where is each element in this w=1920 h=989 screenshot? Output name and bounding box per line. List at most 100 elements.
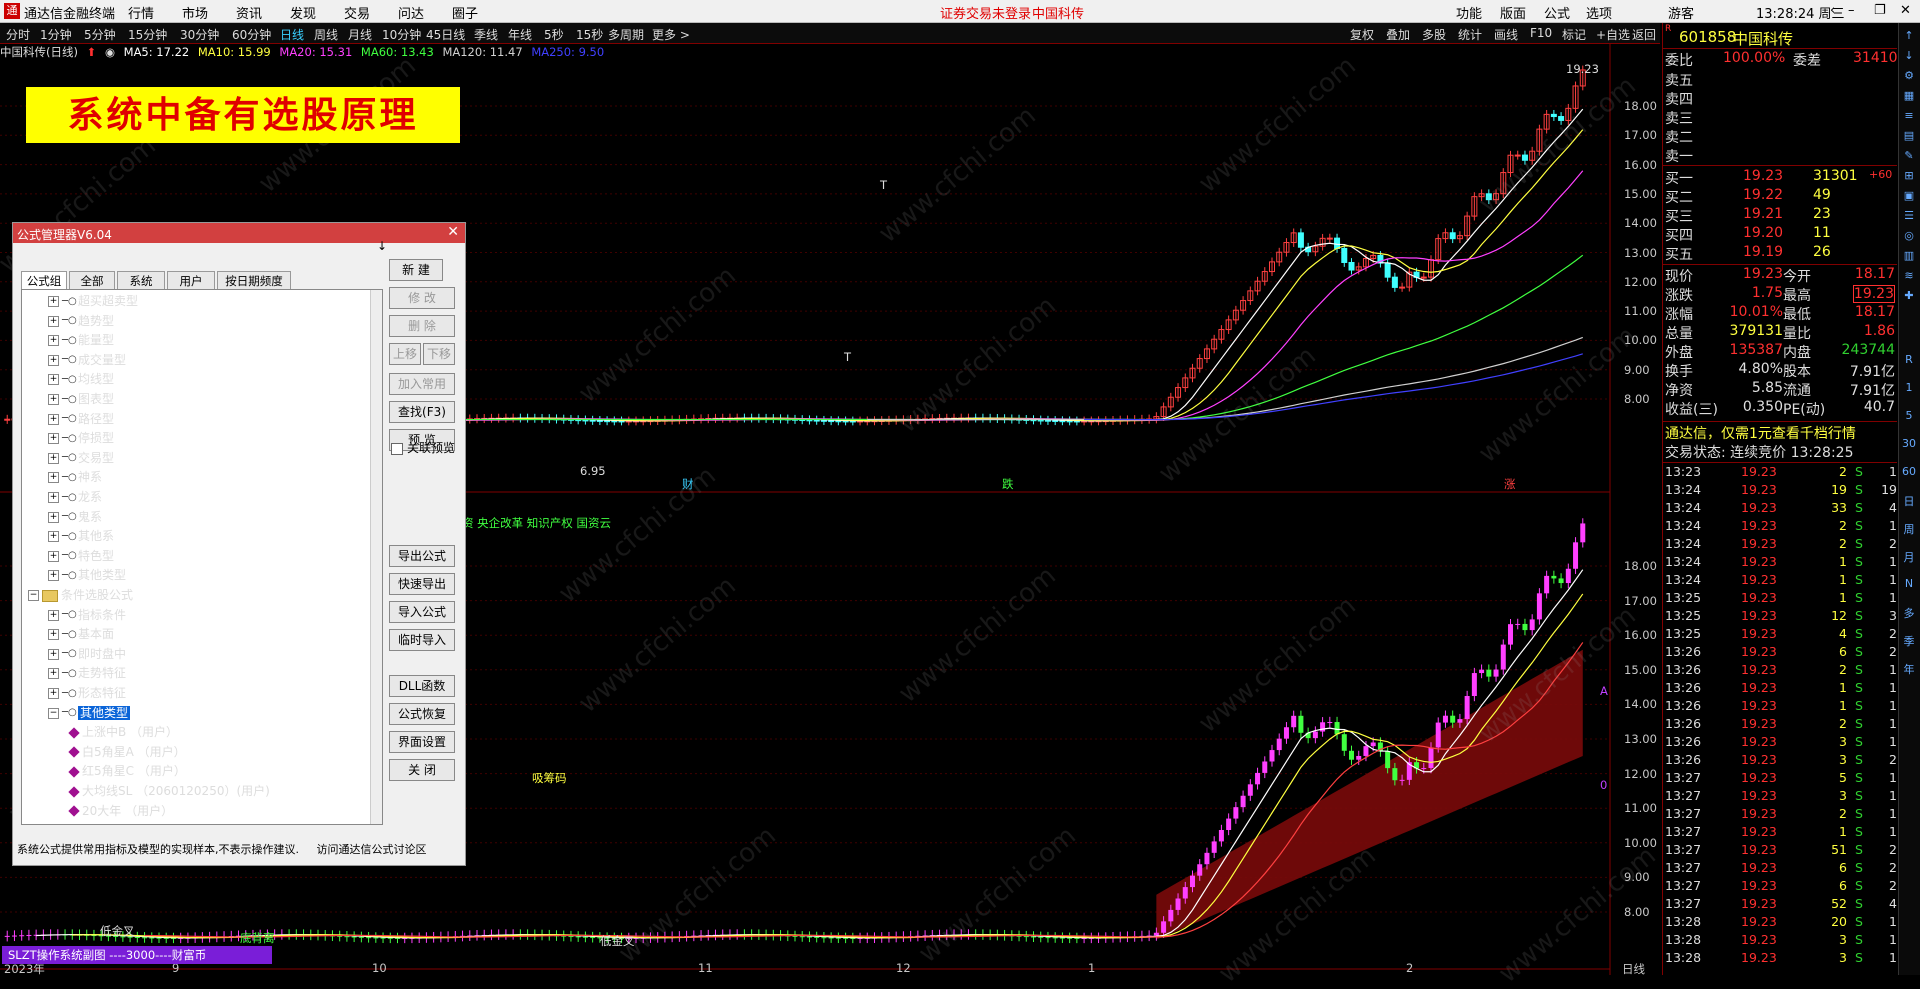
side-period-icon[interactable]: 月 [1902, 549, 1916, 564]
side-tool-icon[interactable]: ◎ [1902, 229, 1916, 243]
side-period-icon[interactable]: 日 [1902, 493, 1916, 508]
btn-move-up[interactable]: 上移 [389, 343, 421, 365]
side-period-icon[interactable]: 多 [1902, 605, 1916, 620]
dialog-close-icon[interactable]: ✕ [447, 224, 459, 240]
expand-icon[interactable]: + [48, 354, 59, 366]
expand-icon[interactable]: + [48, 335, 59, 347]
tree-node-group[interactable]: + ─○超买超卖型 [48, 292, 138, 310]
expand-icon[interactable]: + [48, 648, 59, 660]
btn-delete[interactable]: 删 除 [389, 315, 455, 337]
menu-zixun[interactable]: 资讯 [236, 3, 262, 22]
tool-f10[interactable]: F10 [1530, 26, 1552, 40]
menu-gongneng[interactable]: 功能 [1456, 3, 1482, 22]
tool-fuquan[interactable]: 复权 [1350, 26, 1374, 43]
side-tool-icon[interactable]: ▤ [1902, 129, 1916, 143]
menu-hangqing[interactable]: 行情 [128, 3, 154, 22]
tree-node-group[interactable]: + ─○停损型 [48, 429, 114, 447]
period-10min[interactable]: 10分钟 [382, 26, 421, 43]
expand-icon[interactable]: + [48, 668, 59, 680]
maximize-icon[interactable]: ❐ [1874, 3, 1886, 18]
expand-icon[interactable]: + [48, 550, 59, 562]
period-year[interactable]: 年线 [508, 26, 532, 43]
settings-circle-icon[interactable]: ◉ [105, 45, 115, 59]
btn-temp-import[interactable]: 临时导入 [389, 629, 455, 651]
collapse-icon[interactable]: − [28, 590, 39, 601]
tree-node-group[interactable]: + ─○走势特征 [48, 664, 126, 682]
period-60min[interactable]: 60分钟 [232, 26, 271, 43]
tool-back[interactable]: 返回 [1632, 26, 1656, 43]
expand-icon[interactable]: + [48, 629, 59, 641]
side-period-icon[interactable]: 季 [1902, 633, 1916, 648]
btn-edit[interactable]: 修 改 [389, 287, 455, 309]
tree-node-formula[interactable]: 大均线SL （2060120250）(用户) [68, 782, 270, 800]
expand-icon[interactable]: + [48, 452, 59, 464]
period-daily[interactable]: 日线 [280, 26, 304, 43]
expand-icon[interactable]: + [48, 570, 59, 582]
side-tool-icon[interactable]: ↓ [1902, 49, 1916, 63]
tree-node-group[interactable]: + ─○成交量型 [48, 351, 126, 369]
side-tool-icon[interactable]: ≡ [1902, 109, 1916, 123]
period-45day[interactable]: 45日线 [426, 26, 465, 43]
indicator-status-bar[interactable]: SLZT操作系统副图 ----3000----财富币 [2, 946, 272, 964]
tree-node-group[interactable]: + ─○龙系 [48, 488, 102, 506]
tab-all[interactable]: 全部 [69, 271, 115, 290]
btn-quick-export[interactable]: 快速导出 [389, 573, 455, 595]
side-tool-icon[interactable]: ⊞ [1902, 169, 1916, 183]
tree-node-group[interactable]: + ─○趋势型 [48, 312, 114, 330]
promo-link[interactable]: 通达信，仅需1元查看千档行情 [1665, 423, 1856, 443]
side-period-icon[interactable]: 周 [1902, 521, 1916, 536]
period-5sec[interactable]: 5秒 [544, 26, 564, 43]
close-icon[interactable]: ✕ [1900, 3, 1911, 18]
btn-dll-functions[interactable]: DLL函数 [389, 675, 455, 697]
tree-node-formula[interactable]: 白5角星A （用户） [68, 743, 186, 761]
tree-node-formula[interactable]: 20大年 （用户） [68, 802, 173, 820]
expand-icon[interactable]: + [48, 374, 59, 386]
tool-biaoji[interactable]: 标记 [1562, 26, 1586, 43]
formula-tree[interactable]: + ─○超买超卖型 + ─○趋势型 + ─○能量型 + ─○成交量型 + ─○均线型 + ─○图表型 +… [21, 289, 383, 825]
login-notice[interactable]: 证券交易未登录 [940, 3, 1031, 22]
expand-icon[interactable]: + [48, 413, 59, 425]
side-period-icon[interactable]: R [1902, 353, 1916, 367]
tab-system[interactable]: 系统 [117, 271, 165, 290]
tree-node-formula[interactable]: 红5角星C （用户） [68, 762, 186, 780]
tree-node-group[interactable]: + ─○神系 [48, 468, 102, 486]
dialog-titlebar[interactable]: 公式管理器V6.04 ✕ [13, 223, 465, 243]
expand-icon[interactable]: + [48, 492, 59, 503]
tree-node-group[interactable]: + ─○均线型 [48, 370, 114, 388]
side-period-icon[interactable]: 60 [1902, 465, 1916, 479]
side-period-icon[interactable]: 5 [1902, 409, 1916, 423]
btn-import[interactable]: 导入公式 [389, 601, 455, 623]
tree-node-group[interactable]: + ─○形态特征 [48, 684, 126, 702]
tree-node-folder[interactable]: − 条件选股公式 [28, 586, 133, 604]
btn-restore[interactable]: 公式恢复 [389, 703, 455, 725]
side-tool-icon[interactable]: ✎ [1902, 149, 1916, 163]
period-multi[interactable]: 多周期 [608, 26, 644, 43]
side-tool-icon[interactable]: ≋ [1902, 269, 1916, 283]
tree-node-group[interactable]: + ─○能量型 [48, 331, 114, 349]
period-quarter[interactable]: 季线 [474, 26, 498, 43]
menu-jiaoyi[interactable]: 交易 [344, 3, 370, 22]
period-more[interactable]: 更多 > [652, 26, 690, 43]
related-preview-checkbox[interactable]: 关联预览 [391, 439, 455, 456]
tab-formula-group[interactable]: 公式组 [21, 271, 67, 290]
period-15min[interactable]: 15分钟 [128, 26, 167, 43]
side-period-icon[interactable]: 1 [1902, 381, 1916, 395]
tree-scrollbar[interactable] [370, 290, 382, 824]
btn-move-down[interactable]: 下移 [423, 343, 455, 365]
expand-icon[interactable]: + [48, 394, 59, 405]
side-tool-icon[interactable]: ☰ [1902, 209, 1916, 223]
tree-node-group[interactable]: + ─○路径型 [48, 410, 114, 428]
tool-diejia[interactable]: 叠加 [1386, 26, 1410, 43]
side-tool-icon[interactable]: ▦ [1902, 89, 1916, 103]
tree-node-group[interactable]: + ─○图表型 [48, 390, 114, 408]
expand-icon[interactable]: + [48, 296, 59, 307]
tree-node-formula[interactable]: 上涨中B （用户） [68, 723, 178, 741]
new-dropdown-icon[interactable]: ↓ [377, 239, 387, 253]
menu-xuanxiang[interactable]: 选项 [1586, 3, 1612, 22]
period-5min[interactable]: 5分钟 [84, 26, 116, 43]
btn-find[interactable]: 查找(F3) [389, 401, 455, 423]
forum-link[interactable]: 访问通达信公式讨论区 [317, 843, 427, 856]
side-period-icon[interactable]: N [1902, 577, 1916, 591]
tree-node-group[interactable]: + ─○即时盘中 [48, 645, 126, 663]
menu-gongshi[interactable]: 公式 [1544, 3, 1570, 22]
